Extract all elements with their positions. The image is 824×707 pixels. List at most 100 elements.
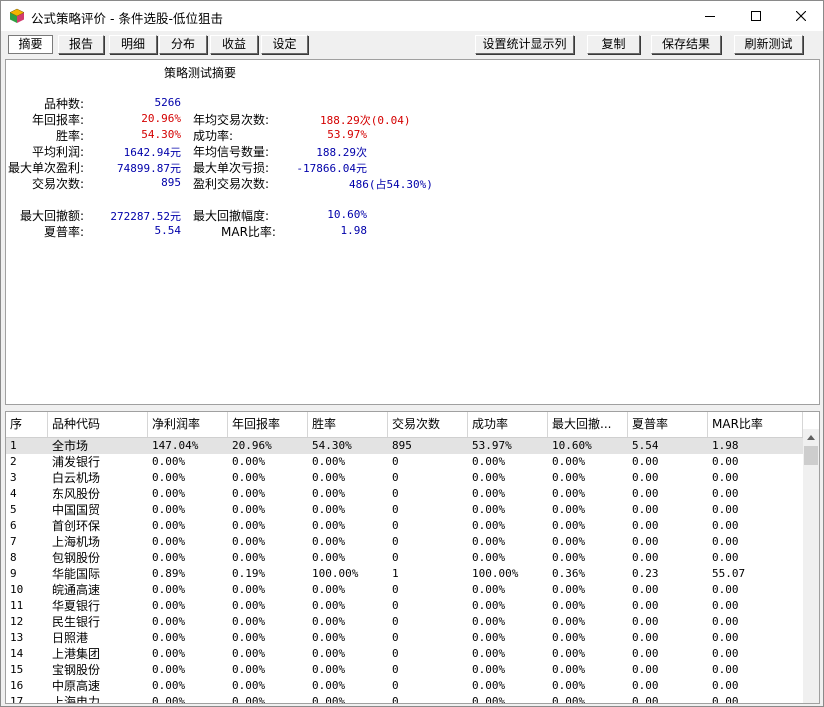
- refresh-test-button[interactable]: 刷新测试: [734, 35, 803, 54]
- cell-symbol: 宝钢股份: [52, 663, 101, 677]
- title-bar[interactable]: 公式策略评价 - 条件选股-低位狙击: [1, 1, 823, 31]
- column-settings-button[interactable]: 设置统计显示列: [475, 35, 574, 54]
- label-win-rate: 胜率:: [55, 129, 84, 143]
- value-success-rate: 53.97%: [327, 128, 367, 141]
- cell-mar-ratio: 0.00: [712, 583, 739, 596]
- cell-win-rate: 0.00%: [312, 615, 346, 628]
- label-sharpe: 夏普率:: [43, 225, 84, 239]
- cell-sharpe: 5.54: [632, 439, 659, 452]
- cell-annual-return: 0.00%: [232, 487, 266, 500]
- table-row[interactable]: 6 首创环保 0.00% 0.00% 0.00% 0 0.00% 0.00% 0.00 0.00: [6, 518, 803, 534]
- cell-sharpe: 0.23: [632, 567, 659, 580]
- table-row[interactable]: 10 皖通高速 0.00% 0.00% 0.00% 0 0.00% 0.00% 0.00 0.00: [6, 582, 803, 598]
- table-row[interactable]: 8 包钢股份 0.00% 0.00% 0.00% 0 0.00% 0.00% 0.00 0.00: [6, 550, 803, 566]
- cell-annual-return: 0.00%: [232, 631, 266, 644]
- cell-annual-return: 0.00%: [232, 647, 266, 660]
- scrollbar-thumb[interactable]: [804, 446, 818, 465]
- cell-mar-ratio: 0.00: [712, 615, 739, 628]
- header-col-win-rate[interactable]: 胜率: [308, 412, 388, 437]
- cell-net-profit: 0.00%: [152, 551, 186, 564]
- label-success-rate: 成功率:: [193, 129, 234, 143]
- cell-annual-return: 0.00%: [232, 471, 266, 484]
- cell-trade-count: 1: [392, 567, 399, 580]
- cell-max-drawdown: 0.00%: [552, 551, 586, 564]
- cell-sharpe: 0.00: [632, 583, 659, 596]
- label-max-single-profit: 最大单次盈利:: [7, 161, 84, 175]
- cell-win-rate: 0.00%: [312, 551, 346, 564]
- cell-max-drawdown: 0.00%: [552, 599, 586, 612]
- table-row[interactable]: 5 中国国贸 0.00% 0.00% 0.00% 0 0.00% 0.00% 0.00 0.00: [6, 502, 803, 518]
- cell-sharpe: 0.00: [632, 503, 659, 516]
- cell-sharpe: 0.00: [632, 679, 659, 692]
- table-row[interactable]: 2 浦发银行 0.00% 0.00% 0.00% 0 0.00% 0.00% 0.00 0.00: [6, 454, 803, 470]
- label-mar-ratio: MAR比率:: [221, 225, 276, 239]
- header-col-max-drawdown[interactable]: 最大回撤...: [548, 412, 628, 437]
- header-col-success-rate[interactable]: 成功率: [468, 412, 548, 437]
- cell-index: 2: [10, 455, 17, 468]
- cell-trade-count: 0: [392, 615, 399, 628]
- cell-mar-ratio: 0.00: [712, 487, 739, 500]
- table-row[interactable]: 12 民生银行 0.00% 0.00% 0.00% 0 0.00% 0.00% 0.00 0.00: [6, 614, 803, 630]
- tab-income[interactable]: 收益: [210, 35, 258, 54]
- cell-symbol: 上海电力: [52, 695, 101, 704]
- cell-max-drawdown: 0.00%: [552, 695, 586, 704]
- cell-success-rate: 0.00%: [472, 663, 506, 676]
- table-row[interactable]: 17 上海电力 0.00% 0.00% 0.00% 0 0.00% 0.00% 0.00 0.00: [6, 694, 803, 704]
- table-row[interactable]: 3 白云机场 0.00% 0.00% 0.00% 0 0.00% 0.00% 0.00 0.00: [6, 470, 803, 486]
- header-col-net-profit[interactable]: 净利润率: [148, 412, 228, 437]
- value-winning-trades: 486(占54.30%): [349, 178, 433, 191]
- header-col-sharpe[interactable]: 夏普率: [628, 412, 708, 437]
- cell-index: 14: [10, 647, 24, 660]
- vertical-scrollbar[interactable]: [803, 429, 819, 703]
- tab-distribution[interactable]: 分布: [159, 35, 207, 54]
- value-max-drawdown-pct: 10.60%: [327, 208, 367, 221]
- cell-success-rate: 0.00%: [472, 535, 506, 548]
- close-button[interactable]: [778, 1, 824, 31]
- tab-settings[interactable]: 设定: [261, 35, 308, 54]
- header-col-trade-count[interactable]: 交易次数: [388, 412, 468, 437]
- header-col-annual-return[interactable]: 年回报率: [228, 412, 308, 437]
- label-avg-profit: 平均利润:: [31, 145, 84, 159]
- scroll-up-icon[interactable]: [803, 429, 819, 445]
- header-col-index[interactable]: 序: [6, 412, 48, 437]
- tab-detail[interactable]: 明细: [109, 35, 157, 54]
- table-row[interactable]: 1 全市场 147.04% 20.96% 54.30% 895 53.97% 10.60% 5.…: [6, 438, 803, 454]
- cell-annual-return: 0.00%: [232, 583, 266, 596]
- minimize-button[interactable]: [687, 1, 733, 31]
- cell-index: 10: [10, 583, 24, 596]
- header-col-symbol[interactable]: 品种代码: [48, 412, 148, 437]
- cell-net-profit: 0.00%: [152, 631, 186, 644]
- cell-annual-return: 0.00%: [232, 599, 266, 612]
- cell-win-rate: 0.00%: [312, 503, 346, 516]
- copy-button[interactable]: 复制: [587, 35, 640, 54]
- cell-mar-ratio: 0.00: [712, 519, 739, 532]
- cell-net-profit: 0.89%: [152, 567, 186, 580]
- cell-trade-count: 0: [392, 695, 399, 704]
- cell-symbol: 日照港: [52, 631, 89, 645]
- table-row[interactable]: 4 东风股份 0.00% 0.00% 0.00% 0 0.00% 0.00% 0.00 0.00: [6, 486, 803, 502]
- table-row[interactable]: 9 华能国际 0.89% 0.19% 100.00% 1 100.00% 0.36% 0.23 5…: [6, 566, 803, 582]
- cell-net-profit: 0.00%: [152, 695, 186, 704]
- cell-max-drawdown: 0.00%: [552, 615, 586, 628]
- header-col-mar-ratio[interactable]: MAR比率: [708, 412, 803, 437]
- cell-annual-return: 0.00%: [232, 663, 266, 676]
- maximize-button[interactable]: [733, 1, 779, 31]
- cube-icon: [9, 8, 25, 24]
- table-row[interactable]: 11 华夏银行 0.00% 0.00% 0.00% 0 0.00% 0.00% 0.00 0.00: [6, 598, 803, 614]
- close-icon: [796, 11, 806, 21]
- cell-success-rate: 53.97%: [472, 439, 512, 452]
- save-results-button[interactable]: 保存结果: [651, 35, 721, 54]
- cell-sharpe: 0.00: [632, 695, 659, 704]
- table-row[interactable]: 14 上港集团 0.00% 0.00% 0.00% 0 0.00% 0.00% 0.00 0.00: [6, 646, 803, 662]
- cell-sharpe: 0.00: [632, 535, 659, 548]
- cell-index: 15: [10, 663, 24, 676]
- cell-max-drawdown: 0.00%: [552, 471, 586, 484]
- table-row[interactable]: 7 上海机场 0.00% 0.00% 0.00% 0 0.00% 0.00% 0.00 0.00: [6, 534, 803, 550]
- table-row[interactable]: 13 日照港 0.00% 0.00% 0.00% 0 0.00% 0.00% 0.00 0.00: [6, 630, 803, 646]
- table-row[interactable]: 16 中原高速 0.00% 0.00% 0.00% 0 0.00% 0.00% 0.00 0.00: [6, 678, 803, 694]
- cell-symbol: 皖通高速: [52, 583, 101, 597]
- table-row[interactable]: 15 宝钢股份 0.00% 0.00% 0.00% 0 0.00% 0.00% 0.00 0.00: [6, 662, 803, 678]
- cell-mar-ratio: 0.00: [712, 471, 739, 484]
- tab-report[interactable]: 报告: [58, 35, 104, 54]
- tab-summary[interactable]: 摘要: [8, 35, 53, 54]
